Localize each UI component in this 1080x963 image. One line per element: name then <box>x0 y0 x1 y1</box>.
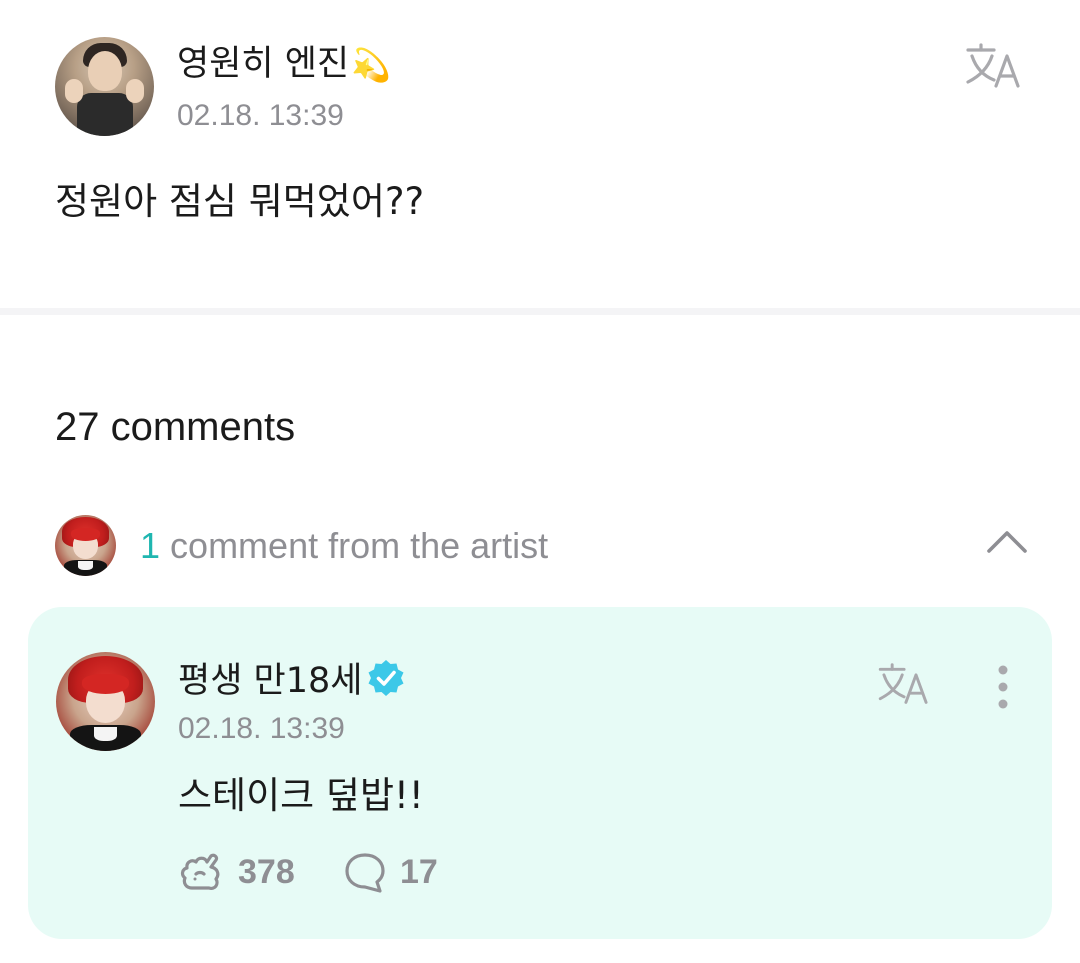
artist-name-label: 평생 만18세 <box>178 661 363 701</box>
avatar-fringe <box>81 673 130 694</box>
translate-icon[interactable] <box>876 662 934 706</box>
like-icon[interactable] <box>178 850 224 894</box>
more-vertical-icon[interactable] <box>994 664 1012 710</box>
post-author-name[interactable]: 영원히 엔진💫 <box>177 40 391 89</box>
post-detail-screen: 영원히 엔진💫 02.18. 13:39 정원아 점심 뭐먹었어?? 27 co… <box>0 0 1080 963</box>
avatar-collar-white <box>78 561 93 570</box>
avatar-collar-white <box>93 727 118 742</box>
artist-comment-count: 1 <box>140 525 161 566</box>
avatar-apron <box>77 93 133 136</box>
artist-comment-summary-label: comment from the artist <box>170 525 549 566</box>
translate-icon[interactable] <box>964 42 1026 90</box>
artist-comment-text: 스테이크 덮밥!! <box>178 774 424 817</box>
avatar-face <box>88 51 122 91</box>
comments-count-heading: 27 comments <box>55 405 296 449</box>
artist-summary-avatar <box>55 515 116 576</box>
post-author-label: 영원히 엔진 <box>177 44 350 84</box>
artist-name[interactable]: 평생 만18세 <box>178 657 406 705</box>
verified-badge-icon <box>368 660 404 696</box>
chevron-up-icon[interactable] <box>985 527 1029 555</box>
post-body-text: 정원아 점심 뭐먹었어?? <box>55 180 425 223</box>
dizzy-star-emoji: 💫 <box>351 46 391 84</box>
avatar-hand-left <box>65 79 83 103</box>
artist-comment-timestamp: 02.18. 13:39 <box>178 712 345 745</box>
avatar-fringe <box>70 528 101 541</box>
artist-comment-summary[interactable]: 1 comment from the artist <box>140 524 548 568</box>
post-timestamp: 02.18. 13:39 <box>177 99 344 132</box>
reply-count: 17 <box>400 853 438 891</box>
post-author-avatar[interactable] <box>55 37 154 136</box>
artist-avatar[interactable] <box>56 652 155 751</box>
like-count: 378 <box>238 853 295 891</box>
section-divider <box>0 308 1080 315</box>
avatar-hand-right <box>126 79 144 103</box>
reply-bubble-icon[interactable] <box>342 850 388 894</box>
